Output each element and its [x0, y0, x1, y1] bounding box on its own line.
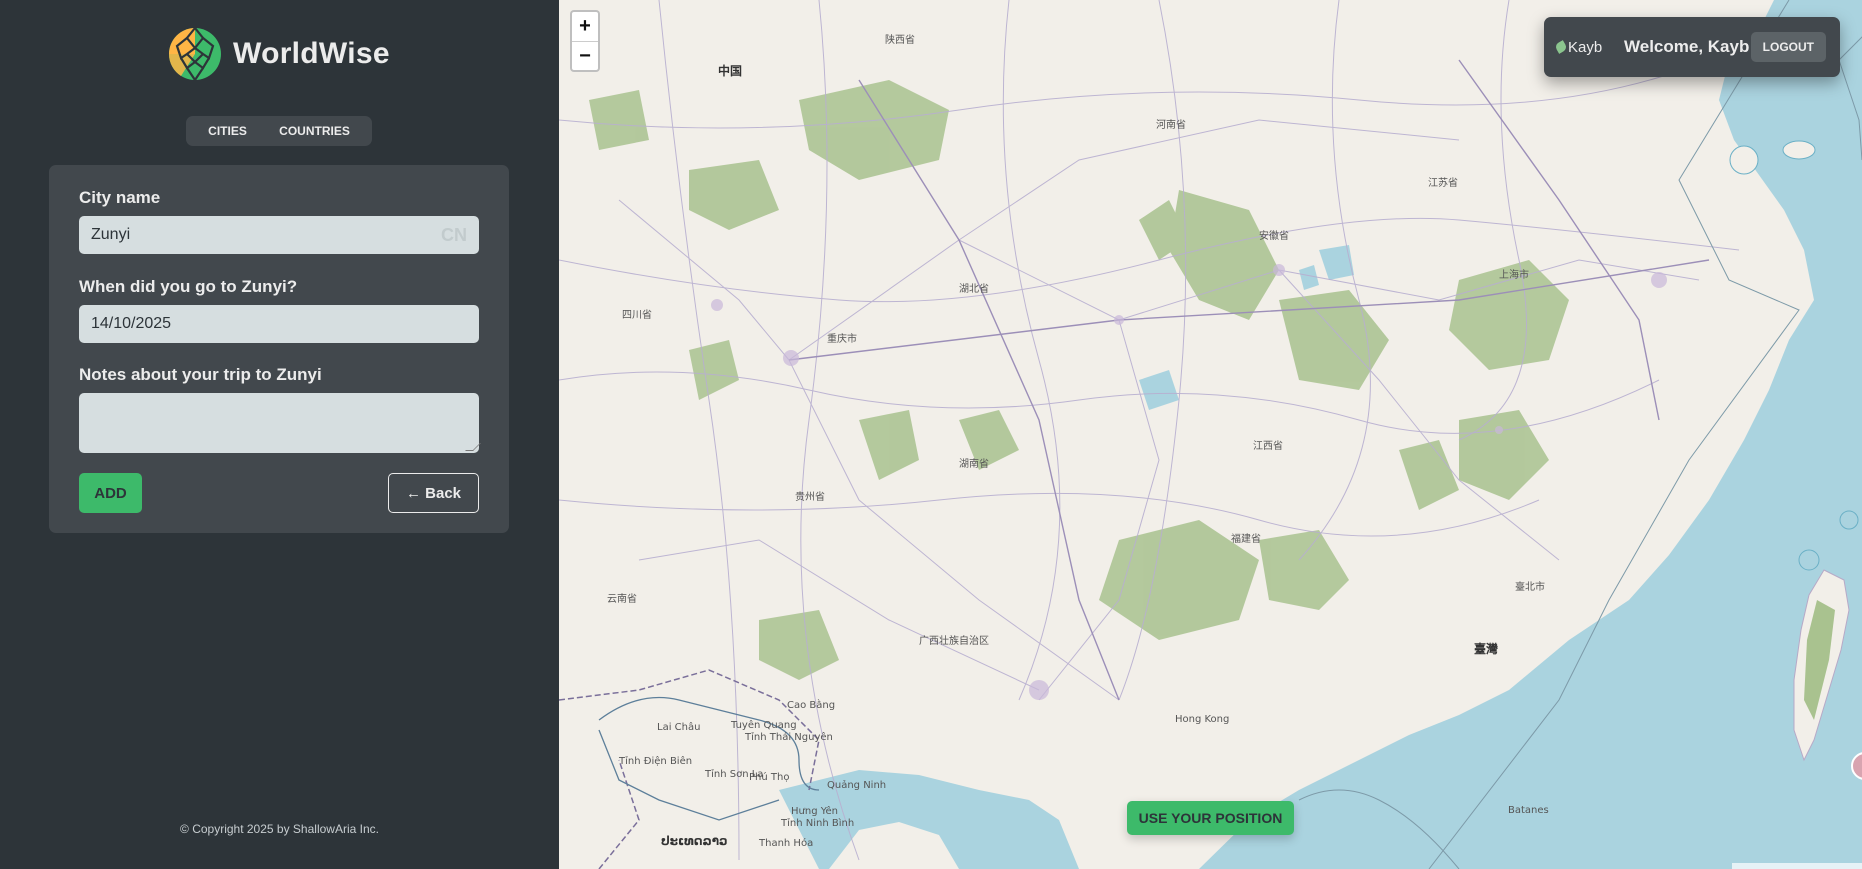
date-input[interactable]: 14/10/2025 — [79, 305, 479, 343]
sidebar: WorldWise Cities Countries City name Zun… — [0, 0, 559, 869]
map-label-shaanxi: 陕西省 — [885, 35, 915, 46]
map-label-taipei: 臺北市 — [1515, 582, 1545, 593]
map-label-jiangxi: 江西省 — [1253, 441, 1283, 452]
logo[interactable]: WorldWise — [167, 26, 390, 82]
map-label-quangninh: Quảng Ninh — [827, 780, 887, 791]
map-label-dienbien: Tỉnh Điện Biên — [619, 756, 693, 767]
app-nav: Cities Countries — [186, 116, 372, 146]
country-flag: CN — [441, 225, 467, 245]
map-label-batanes: Batanes — [1508, 805, 1549, 816]
welcome-text: Welcome, Kayb — [1624, 37, 1750, 56]
zoom-out-button[interactable]: − — [572, 41, 598, 70]
add-button[interactable]: Add — [79, 473, 142, 513]
map-label-fujian: 福建省 — [1231, 534, 1261, 545]
city-name-input[interactable]: Zunyi CN — [79, 216, 479, 254]
map-label-shanghai: 上海市 — [1499, 270, 1529, 281]
map-label-tuyenquang: Tuyên Quang — [731, 720, 797, 731]
back-button[interactable]: ← Back — [388, 473, 479, 513]
notes-label: Notes about your trip to Zunyi — [79, 365, 322, 384]
date-label: When did you go to Zunyi? — [79, 277, 298, 296]
notes-textarea[interactable] — [79, 393, 481, 453]
resize-grip-icon[interactable] — [465, 443, 481, 451]
map-label-phutho: Phú Thọ — [749, 772, 790, 783]
map-label-china: 中国 — [718, 64, 743, 78]
zoom-in-button[interactable]: + — [572, 12, 598, 41]
map-label-guangxi: 广西壮族自治区 — [919, 636, 989, 647]
user-panel: Kayb Welcome, Kayb Logout — [1544, 17, 1840, 77]
map-label-sichuan: 四川省 — [622, 310, 652, 321]
broken-image-icon — [1554, 40, 1568, 54]
map-label-laichau: Lai Châu — [657, 722, 701, 733]
map[interactable]: 中国 四川省 湖北省 陕西省 重庆市 贵州省 湖南省 江西省 福建省 安徽省 江… — [559, 0, 1862, 869]
map-label-yunnan: 云南省 — [607, 594, 637, 605]
map-label-guizhou: 贵州省 — [795, 492, 825, 503]
nav-cities[interactable]: Cities — [196, 120, 259, 142]
map-attribution — [1732, 863, 1862, 869]
avatar: Kayb — [1554, 35, 1608, 59]
use-position-button[interactable]: Use your position — [1127, 801, 1294, 835]
app-name: WorldWise — [233, 37, 390, 70]
map-label-henan: 河南省 — [1156, 120, 1186, 131]
map-label-jiangsu: 江苏省 — [1428, 178, 1458, 189]
map-label-hubei: 湖北省 — [959, 284, 989, 295]
logout-button[interactable]: Logout — [1750, 32, 1826, 62]
city-name-label: City name — [79, 188, 161, 207]
map-label-thainguyen: Tỉnh Thái Nguyên — [745, 732, 833, 743]
add-city-form: City name Zunyi CN When did you go to Zu… — [49, 165, 509, 533]
map-label-laos: ປະເທດລາວ — [661, 834, 728, 848]
map-label-caobang: Cao Bằng — [787, 700, 836, 711]
map-label-thanhhoa: Thanh Hóa — [759, 838, 814, 849]
map-label-hongkong: Hong Kong — [1175, 714, 1230, 725]
date-value: 14/10/2025 — [91, 315, 172, 332]
zoom-control: + − — [570, 10, 600, 72]
map-label-hunan: 湖南省 — [959, 459, 989, 470]
map-label-chongqing: 重庆市 — [827, 334, 857, 345]
map-label-anhui: 安徽省 — [1259, 231, 1289, 242]
map-label-ninhbinh: Tỉnh Ninh Bình — [781, 818, 855, 829]
nav-countries[interactable]: Countries — [267, 120, 362, 142]
globe-logo-icon — [168, 26, 221, 82]
map-label-hungyen: Hưng Yên — [791, 806, 838, 817]
map-label-taiwan: 臺灣 — [1474, 642, 1499, 656]
copyright: © Copyright 2025 by ShallowAria Inc. — [180, 822, 379, 836]
city-name-value: Zunyi — [91, 226, 131, 243]
avatar-alt-text: Kayb — [1568, 38, 1603, 56]
